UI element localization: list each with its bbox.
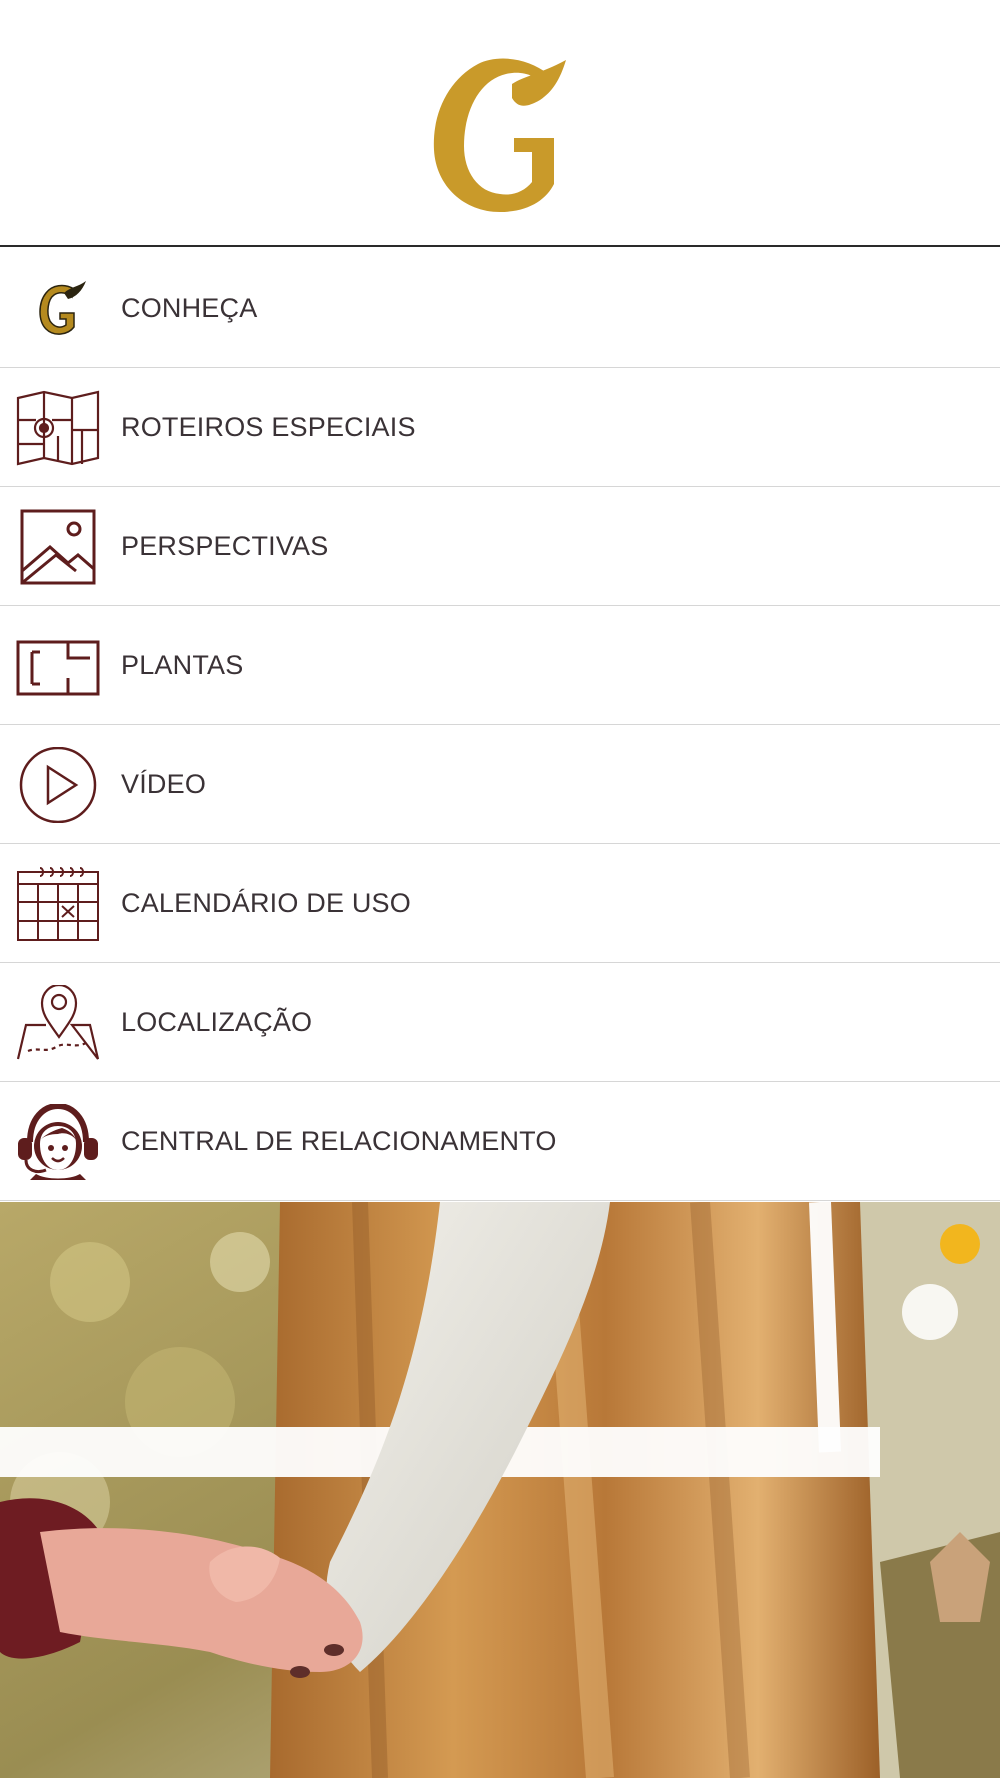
winter-wedding-photo (0, 1202, 1000, 1778)
menu-item-label: VÍDEO (121, 769, 207, 799)
menu-item-conheca[interactable]: CONHEÇA (0, 249, 1000, 368)
menu-item-video[interactable]: VÍDEO (0, 725, 1000, 844)
menu-item-label: CALENDÁRIO DE USO (121, 888, 411, 918)
headset-agent-icon (16, 1104, 100, 1180)
menu-item-label: CONHEÇA (121, 293, 258, 323)
g-fox-logo-icon (428, 54, 572, 214)
calendar-icon (16, 866, 100, 942)
play-icon (16, 747, 100, 823)
menu-item-label: PLANTAS (121, 650, 244, 680)
menu-item-calendario-de-uso[interactable]: CALENDÁRIO DE USO (0, 844, 1000, 963)
menu-item-label: LOCALIZAÇÃO (121, 1007, 313, 1037)
menu-item-label: PERSPECTIVAS (121, 531, 329, 561)
main-menu: CONHEÇA ROTEIROS ESPECIAIS PERSPECTIVAS … (0, 249, 1000, 1201)
app-screen: CONHEÇA ROTEIROS ESPECIAIS PERSPECTIVAS … (0, 0, 1000, 1778)
menu-item-label: CENTRAL DE RELACIONAMENTO (121, 1126, 557, 1156)
menu-item-roteiros-especiais[interactable]: ROTEIROS ESPECIAIS (0, 368, 1000, 487)
menu-item-central-de-relacionamento[interactable]: CENTRAL DE RELACIONAMENTO (0, 1082, 1000, 1201)
app-header (0, 0, 1000, 247)
menu-item-perspectivas[interactable]: PERSPECTIVAS (0, 487, 1000, 606)
floor-plan-icon (16, 628, 100, 704)
menu-item-plantas[interactable]: PLANTAS (0, 606, 1000, 725)
image-icon (16, 509, 100, 585)
menu-item-label: ROTEIROS ESPECIAIS (121, 412, 416, 442)
location-pin-icon (16, 985, 100, 1061)
map-icon (16, 390, 100, 466)
menu-item-localizacao[interactable]: LOCALIZAÇÃO (0, 963, 1000, 1082)
g-logo-icon (16, 271, 100, 347)
